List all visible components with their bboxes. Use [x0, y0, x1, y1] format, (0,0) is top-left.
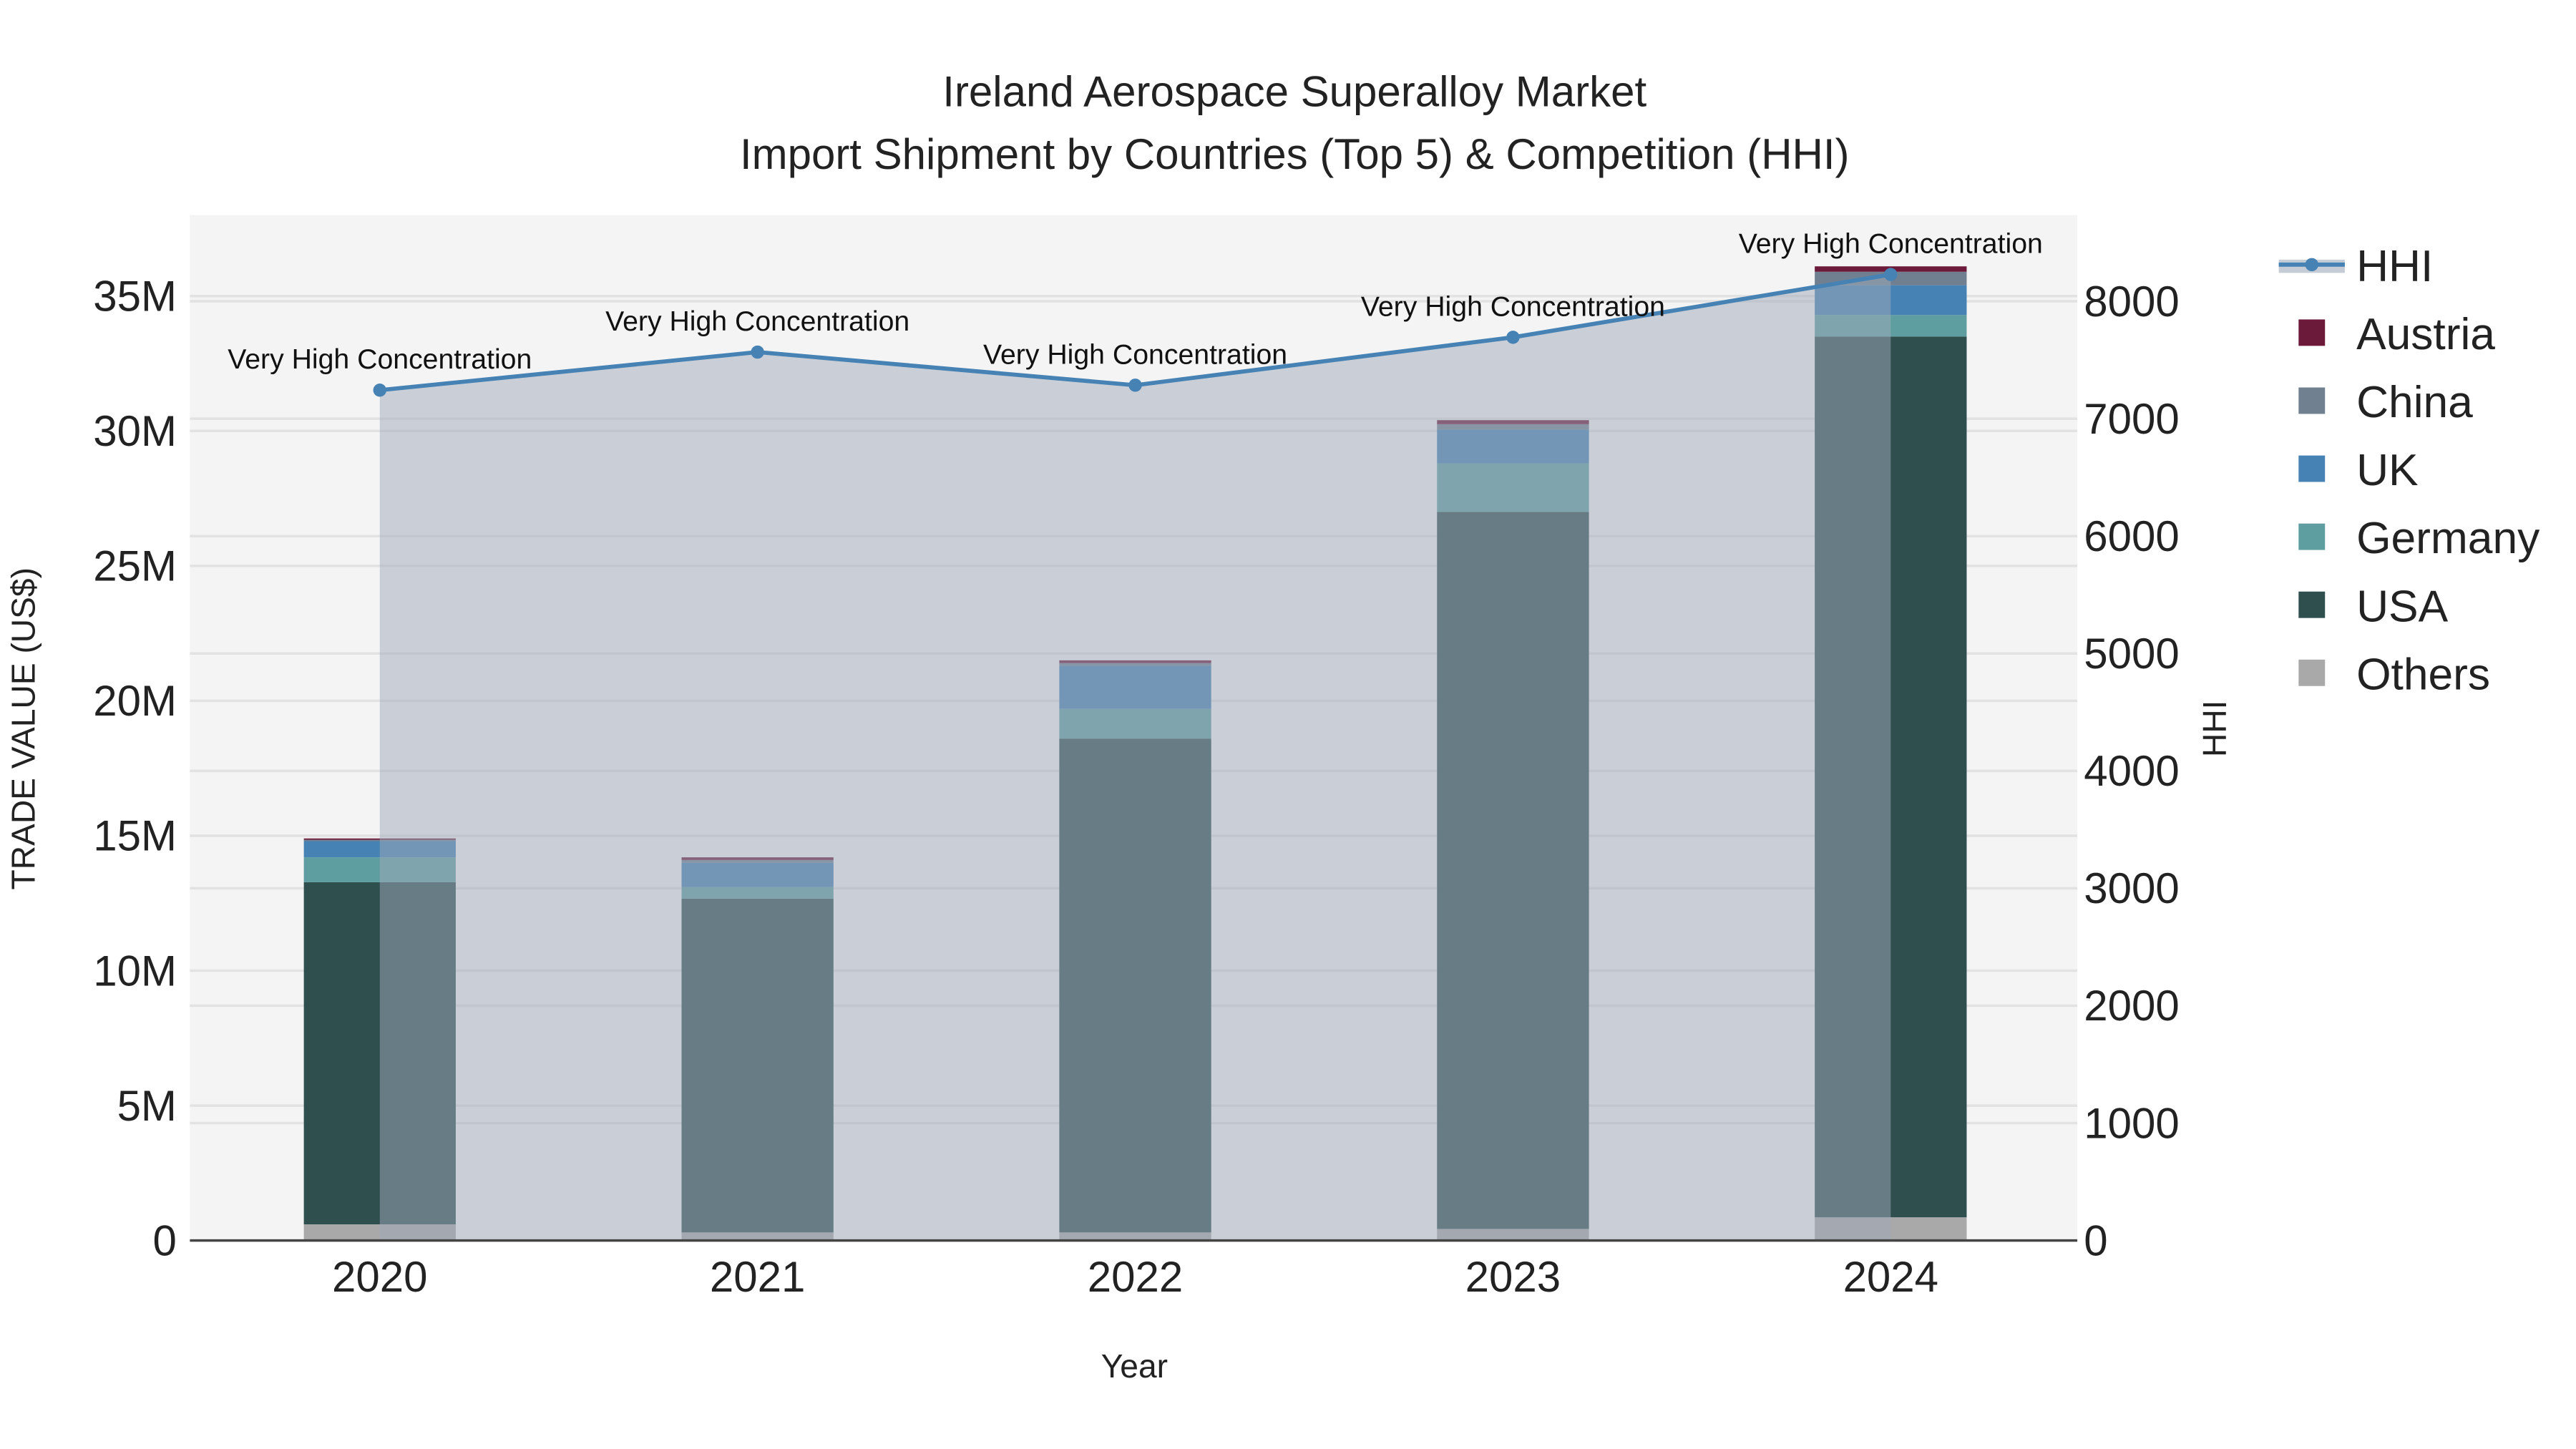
y2-tick-label: 6000 [2084, 512, 2179, 560]
x-tick-label: 2021 [710, 1253, 805, 1301]
hhi-area-fill [379, 274, 1891, 1241]
chart-subtitle: Import Shipment by Countries (Top 5) & C… [740, 130, 1850, 178]
y-tick-label: 10M [93, 947, 177, 995]
legend-swatch-others [2298, 659, 2326, 686]
y-tick-label: 25M [93, 542, 177, 590]
y2-tick-label: 5000 [2084, 630, 2179, 678]
y2-tick-label: 2000 [2084, 982, 2179, 1030]
legend-label-austria: Austria [2356, 310, 2495, 359]
x-axis-title: Year [1101, 1347, 1168, 1385]
hhi-area [373, 268, 1898, 1241]
legend-swatch-uk [2298, 455, 2326, 482]
hhi-point [1128, 379, 1142, 392]
legend-marker-hhi [2305, 258, 2318, 272]
hhi-point [751, 345, 764, 359]
hhi-annotation: Very High Concentration [605, 306, 909, 337]
y-tick-label: 35M [93, 272, 177, 320]
legend-swatch-germany [2298, 523, 2326, 550]
hhi-point [1506, 331, 1520, 344]
legend-swatch-usa [2298, 591, 2326, 618]
legend-swatch-austria [2298, 319, 2326, 346]
hhi-annotation: Very High Concentration [228, 343, 532, 375]
chart-title: Ireland Aerospace Superalloy Market [942, 67, 1646, 115]
legend-swatch-china [2298, 387, 2326, 414]
hhi-point [373, 383, 386, 397]
y2-tick-label: 1000 [2084, 1099, 2179, 1147]
hhi-point [1884, 268, 1898, 281]
y2-tick-label: 4000 [2084, 747, 2179, 795]
chart: 0 5M 10M 15M 20M 25M 30M 35M 0 1000 2000 3000 4000 50… [4, 67, 2540, 1385]
legend: HHI Austria China UK Germany USA Others [2278, 242, 2540, 699]
y-tick-label: 15M [93, 812, 177, 860]
hhi-annotation: Very High Concentration [983, 338, 1287, 370]
x-tick-label: 2020 [332, 1253, 427, 1301]
legend-label-china: China [2356, 378, 2473, 427]
x-tick-label: 2024 [1843, 1253, 1938, 1301]
y2-tick-label: 8000 [2084, 278, 2179, 326]
legend-label-uk: UK [2356, 446, 2419, 495]
y2-tick-label: 7000 [2084, 395, 2179, 443]
y-tick-label: 20M [93, 677, 177, 725]
y2-tick-label: 0 [2084, 1216, 2107, 1264]
legend-label-others: Others [2356, 650, 2490, 699]
y2-tick-label: 3000 [2084, 864, 2179, 912]
legend-label-usa: USA [2356, 582, 2449, 631]
hhi-annotation: Very High Concentration [1361, 291, 1665, 322]
y-tick-label: 30M [93, 407, 177, 455]
y2-axis-title: HHI [2196, 701, 2233, 757]
y-axis-title: TRADE VALUE (US$) [4, 567, 42, 889]
x-tick-label: 2023 [1465, 1253, 1561, 1301]
hhi-annotation: Very High Concentration [1739, 228, 2043, 260]
y-tick-label: 5M [117, 1082, 177, 1130]
x-tick-label: 2022 [1088, 1253, 1183, 1301]
y-tick-label: 0 [153, 1216, 177, 1264]
legend-label-germany: Germany [2356, 514, 2540, 563]
legend-label-hhi: HHI [2356, 242, 2433, 291]
